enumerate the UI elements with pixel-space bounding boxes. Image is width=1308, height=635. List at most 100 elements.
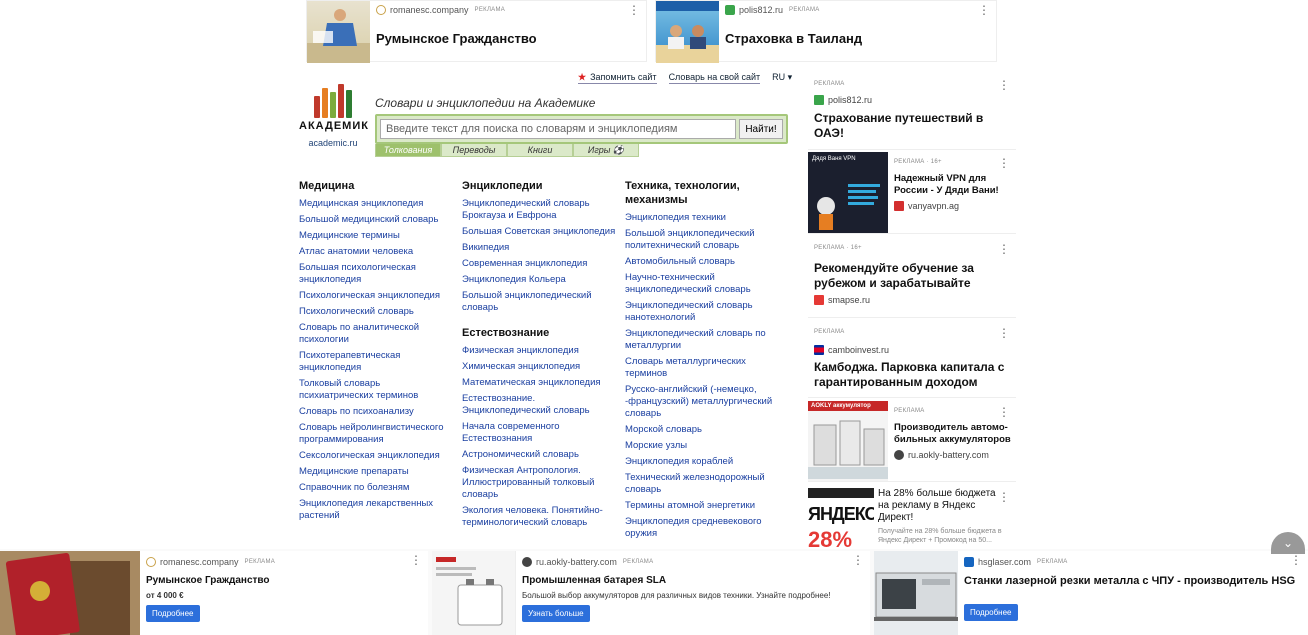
dictionary-link[interactable]: Русско-английский (-немецко, -французски… <box>625 384 780 420</box>
dictionary-link[interactable]: Автомобильный словарь <box>625 256 780 268</box>
dictionary-link[interactable]: Большой медицинский словарь <box>299 214 454 226</box>
more-options-icon[interactable]: ⋮ <box>998 327 1010 339</box>
ad-domain[interactable]: polis812.ru <box>739 5 783 15</box>
more-options-icon[interactable]: ⋮ <box>628 4 640 16</box>
top-ad-romanesc[interactable]: romanesc.company РЕКЛАМА Румынское Гражда… <box>306 0 647 63</box>
bottom-ad-hsglaser[interactable]: hsglaser.com РЕКЛАМА Станки лазерной резк… <box>874 551 1308 635</box>
right-ad-polis812[interactable]: РЕКЛАМА ⋮ polis812.ru Страхование путеше… <box>808 74 1016 150</box>
dictionary-link[interactable]: Википедия <box>462 242 617 254</box>
ad-title[interactable]: Рекомендуйте обучение за рубежом и зараб… <box>814 261 1010 291</box>
dictionary-link[interactable]: Справочник по болезням <box>299 482 454 494</box>
bottom-ad-aokly[interactable]: ru.aokly-battery.com РЕКЛАМА Промышленная… <box>432 551 870 635</box>
dictionary-link[interactable]: Астрономический словарь <box>462 449 617 461</box>
ad-domain[interactable]: romanesc.company <box>160 557 239 567</box>
ad-domain[interactable]: polis812.ru <box>828 95 872 105</box>
dictionary-link[interactable]: Энциклопедия кораблей <box>625 456 780 468</box>
search-button[interactable]: Найти! <box>739 119 783 139</box>
dictionary-link[interactable]: Сексологическая энциклопедия <box>299 450 454 462</box>
ad-domain[interactable]: camboinvest.ru <box>828 345 889 355</box>
learn-more-button[interactable]: Узнать больше <box>522 605 590 622</box>
tab-games[interactable]: Игры ⚽ <box>573 144 639 157</box>
more-options-icon[interactable]: ⋮ <box>852 554 864 566</box>
more-options-icon[interactable]: ⋮ <box>998 157 1010 169</box>
dictionary-link[interactable]: Энциклопедический словарь нанотехнологий <box>625 300 780 324</box>
tab-interpretations[interactable]: Толкования <box>375 144 441 157</box>
more-button[interactable]: Подробнее <box>964 604 1018 621</box>
search-input[interactable] <box>380 119 736 139</box>
dictionary-link[interactable]: Большая Советская энциклопедия <box>462 226 617 238</box>
dictionary-link[interactable]: Начала современного Естествознания <box>462 421 617 445</box>
dictionary-link[interactable]: Термины атомной энергетики <box>625 500 780 512</box>
ad-title[interactable]: Страховка в Таиланд <box>725 31 990 46</box>
bottom-ad-romanesc[interactable]: romanesc.company РЕКЛАМА Румынское Гражда… <box>0 551 428 635</box>
right-ad-vpn[interactable]: Дядя Ваня VPN РЕКЛАМА · 16+ Надежный VPN… <box>808 152 1016 234</box>
dictionary-link[interactable]: Энциклопедия средневекового оружия <box>625 516 780 540</box>
dictionary-link[interactable]: Психотерапевтическая энциклопедия <box>299 350 454 374</box>
dictionary-link[interactable]: Словарь по аналитической психологии <box>299 322 454 346</box>
dictionary-link[interactable]: Энциклопедический словарь по металлургии <box>625 328 780 352</box>
right-ad-aokly[interactable]: AOKLY аккумулятор РЕКЛАМА Производитель … <box>808 401 1016 482</box>
ad-domain[interactable]: hsglaser.com <box>978 557 1031 567</box>
dictionary-link[interactable]: Морской словарь <box>625 424 780 436</box>
dictionary-link[interactable]: Атлас анатомии человека <box>299 246 454 258</box>
site-logo[interactable]: АКАДЕМИК academic.ru <box>299 84 368 148</box>
more-options-icon[interactable]: ⋮ <box>998 243 1010 255</box>
language-select[interactable]: RU ▾ <box>772 72 792 84</box>
dictionary-link[interactable]: Медицинские препараты <box>299 466 454 478</box>
dictionary-link[interactable]: Психологический словарь <box>299 306 454 318</box>
dictionary-link[interactable]: Естествознание. Энциклопедический словар… <box>462 393 617 417</box>
remember-site-link[interactable]: ★ Запомнить сайт <box>578 72 657 84</box>
ad-domain[interactable]: vanyavpn.ag <box>908 201 959 211</box>
top-ad-polis812[interactable]: polis812.ru РЕКЛАМА Страховка в Таиланд ⋮ <box>655 0 997 63</box>
tab-translations[interactable]: Переводы <box>441 144 507 157</box>
dictionary-link[interactable]: Энциклопедия Кольера <box>462 274 617 286</box>
dictionary-link[interactable]: Математическая энциклопедия <box>462 377 617 389</box>
dictionary-link[interactable]: Энциклопедический словарь Брокгауза и Ев… <box>462 198 617 222</box>
dictionary-link[interactable]: Большая психологическая энциклопедия <box>299 262 454 286</box>
right-ad-camboinvest[interactable]: РЕКЛАМА ⋮ camboinvest.ru Камбоджа. Парко… <box>808 322 1016 398</box>
right-ad-yandex-direct[interactable]: ЯНДЕКС 28% На 28% больше бюджета на рекл… <box>808 486 1016 550</box>
right-ad-smapse[interactable]: РЕКЛАМА · 16+ ⋮ Рекомендуйте обучение за… <box>808 238 1016 318</box>
ad-domain[interactable]: ru.aokly-battery.com <box>536 557 617 567</box>
more-button[interactable]: Подробнее <box>146 605 200 622</box>
dictionary-link[interactable]: Современная энциклопедия <box>462 258 617 270</box>
chevron-down-icon[interactable]: ⌄ <box>1271 532 1305 554</box>
dictionary-link[interactable]: Медицинские термины <box>299 230 454 242</box>
dict-on-site-link[interactable]: Словарь на свой сайт <box>668 72 761 84</box>
more-options-icon[interactable]: ⋮ <box>998 79 1010 91</box>
dictionary-link[interactable]: Физическая энциклопедия <box>462 345 617 357</box>
ad-title[interactable]: Промышленная батарея SLA <box>522 575 862 586</box>
dictionary-link[interactable]: Технический железнодорожный словарь <box>625 472 780 496</box>
ad-title[interactable]: На 28% больше бюджета на рекламу в Яндек… <box>878 488 1008 524</box>
dictionary-link[interactable]: Словарь по психоанализу <box>299 406 454 418</box>
ad-title[interactable]: Станки лазерной резки металла с ЧПУ - пр… <box>964 575 1304 587</box>
ad-title[interactable]: Страхование путешествий в ОАЭ! <box>814 111 1010 141</box>
ad-domain[interactable]: romanesc.company <box>390 5 469 15</box>
tab-books[interactable]: Книги <box>507 144 573 157</box>
dictionary-link[interactable]: Научно-технический энциклопедический сло… <box>625 272 780 296</box>
ad-title[interactable]: Румынское Гражданство <box>376 31 640 46</box>
ad-domain[interactable]: smapse.ru <box>828 295 870 305</box>
ad-domain[interactable]: ru.aokly-battery.com <box>908 450 989 460</box>
dictionary-link[interactable]: Психологическая энциклопедия <box>299 290 454 302</box>
more-options-icon[interactable]: ⋮ <box>998 406 1010 418</box>
ad-title[interactable]: Надежный VPN для России - У Дяди Вани! <box>894 173 1012 197</box>
dictionary-link[interactable]: Химическая энциклопедия <box>462 361 617 373</box>
dictionary-link[interactable]: Энциклопедия лекарственных растений <box>299 498 454 522</box>
dictionary-link[interactable]: Толковый словарь психиатрических термино… <box>299 378 454 402</box>
ad-title[interactable]: Камбоджа. Парковка капитала с гарантиров… <box>814 360 1010 390</box>
ad-title[interactable]: Румынское Гражданство <box>146 575 422 586</box>
dictionary-link[interactable]: Большой энциклопедический словарь <box>462 290 617 314</box>
dictionary-link[interactable]: Экология человека. Понятийно-терминологи… <box>462 505 617 529</box>
more-options-icon[interactable]: ⋮ <box>998 491 1010 503</box>
dictionary-link[interactable]: Энциклопедия техники <box>625 212 780 224</box>
dictionary-link[interactable]: Словарь металлургических терминов <box>625 356 780 380</box>
more-options-icon[interactable]: ⋮ <box>978 4 990 16</box>
ad-title[interactable]: Производитель автомо- бильных аккумулято… <box>894 422 1012 446</box>
more-options-icon[interactable]: ⋮ <box>410 554 422 566</box>
dictionary-link[interactable]: Большой энциклопедический политехнически… <box>625 228 780 252</box>
logo-url[interactable]: academic.ru <box>299 138 367 148</box>
dictionary-link[interactable]: Медицинская энциклопедия <box>299 198 454 210</box>
dictionary-link[interactable]: Морские узлы <box>625 440 780 452</box>
dictionary-link[interactable]: Словарь нейролингвистического программир… <box>299 422 454 446</box>
